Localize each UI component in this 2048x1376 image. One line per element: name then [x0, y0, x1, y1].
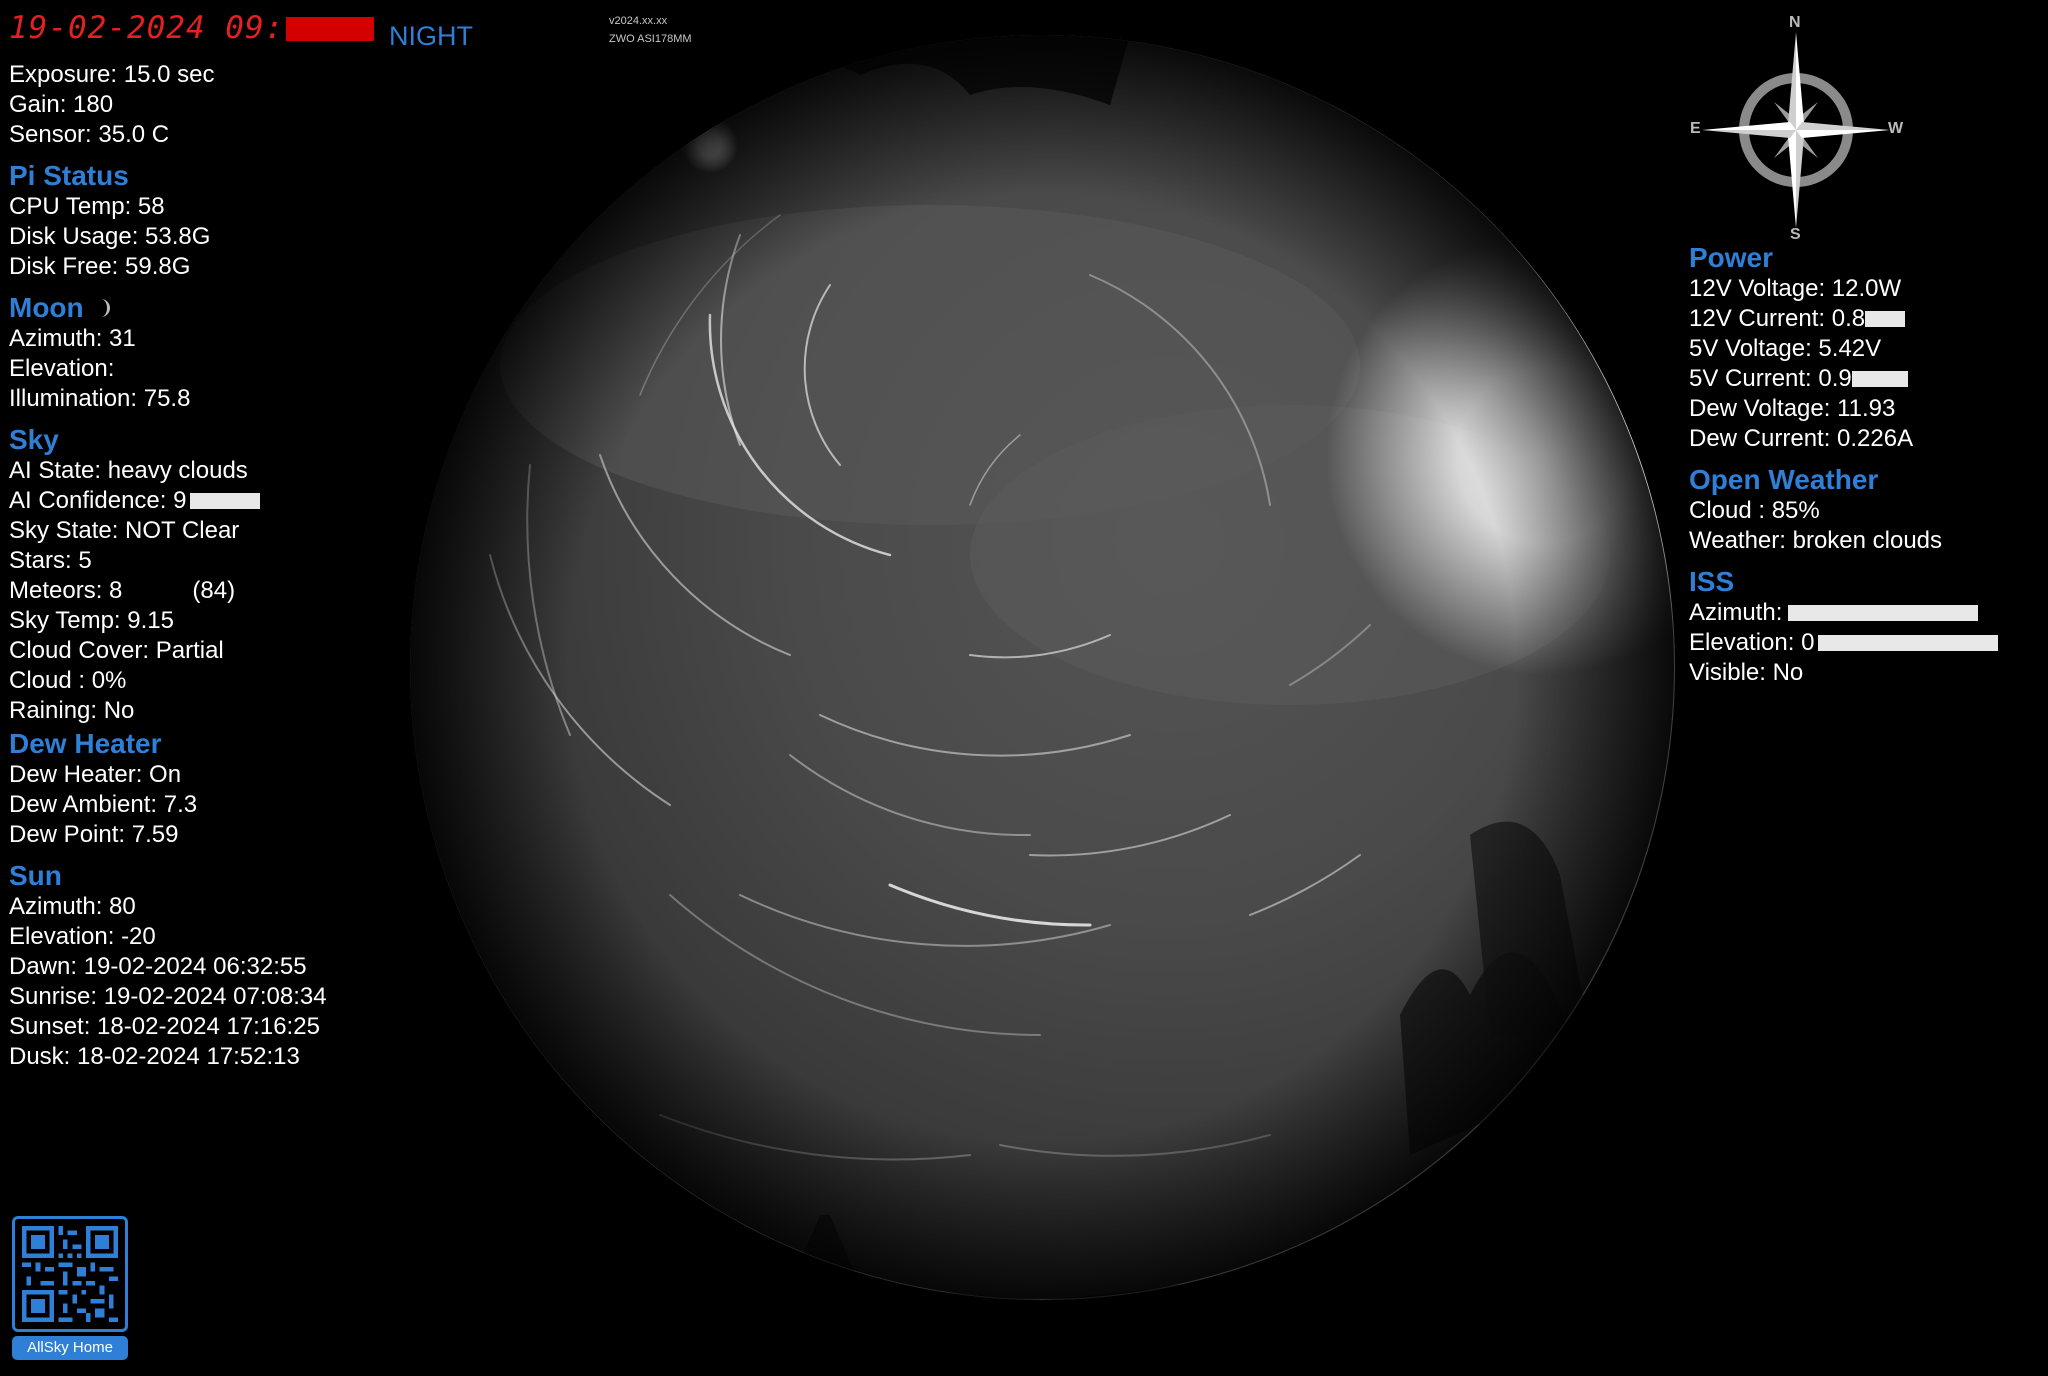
compass-rose-icon: N S E W — [1690, 12, 1904, 244]
dew-ambient-value: Dew Ambient: 7.3 — [9, 791, 198, 818]
dew-voltage-value: Dew Voltage: 11.93 — [1689, 395, 1896, 422]
allsky-image — [410, 35, 1675, 1300]
v12-voltage-value: 12V Voltage: 12.0W — [1689, 275, 1902, 302]
left-info-panel: Exposure: 15.0 sec Gain: 180 Sensor: 35.… — [9, 60, 327, 1072]
capture-datetime: 19-02-2024 09: — [9, 10, 375, 46]
dew-heater-heading: Dew Heater — [9, 728, 162, 759]
compass-graphic — [1702, 32, 1890, 228]
iss-elevation-text: Elevation: 0 — [1689, 629, 1815, 656]
sun-azimuth-value: Azimuth: 80 — [9, 893, 136, 920]
iss-heading: ISS — [1689, 566, 1735, 597]
sky-temp-value: Sky Temp: 9.15 — [9, 607, 174, 634]
sun-heading: Sun — [9, 860, 62, 891]
cloud-cover-value: Cloud Cover: Partial — [9, 637, 224, 664]
software-version: v2024.xx.xx — [609, 15, 668, 27]
allsky-overlay-screen: 19-02-2024 09: NIGHT v2024.xx.xx ZWO ASI… — [0, 0, 2048, 1376]
iss-elevation-redaction — [1818, 635, 1999, 651]
qr-caption-button[interactable]: AllSky Home — [12, 1336, 128, 1360]
cloud-value: Cloud : 0% — [9, 667, 127, 694]
dusk-value: Dusk: 18-02-2024 17:52:13 — [9, 1043, 300, 1070]
iss-azimuth-text: Azimuth: — [1689, 599, 1783, 626]
star-trails-layer — [410, 35, 1675, 1300]
qr-code-pattern — [22, 1226, 118, 1322]
ai-confidence-redaction — [190, 493, 261, 509]
ai-confidence-value: AI Confidence: 9 — [9, 486, 327, 516]
v12-current-redaction — [1865, 311, 1906, 327]
iss-azimuth-redaction — [1788, 605, 1979, 621]
meteors-text: Meteors: 8 — [9, 577, 123, 604]
moon-azimuth-value: Azimuth: 31 — [9, 325, 136, 352]
disk-usage-value: Disk Usage: 53.8G — [9, 223, 211, 250]
v5-voltage-value: 5V Voltage: 5.42V — [1689, 335, 1882, 362]
disk-free-value: Disk Free: 59.8G — [9, 253, 191, 280]
dew-heater-state: Dew Heater: On — [9, 761, 182, 788]
qr-code-icon[interactable] — [12, 1216, 128, 1332]
moon-illumination-value: Illumination: 75.8 — [9, 385, 191, 412]
v12-current-text: 12V Current: 0.8 — [1689, 305, 1866, 332]
gain-value: Gain: 180 — [9, 91, 114, 118]
qr-home-link[interactable]: AllSky Home — [12, 1216, 129, 1360]
camera-model: ZWO ASI178MM — [609, 33, 692, 45]
iss-elevation-value: Elevation: 0 — [1689, 628, 1999, 658]
sunset-value: Sunset: 18-02-2024 17:16:25 — [9, 1013, 320, 1040]
sky-state-value: Sky State: NOT Clear — [9, 517, 240, 544]
ai-state-value: AI State: heavy clouds — [9, 457, 248, 484]
cpu-temp-value: CPU Temp: 58 — [9, 193, 165, 220]
sky-heading: Sky — [9, 424, 59, 455]
moon-heading: Moon — [9, 292, 327, 324]
ai-confidence-text: AI Confidence: 9 — [9, 487, 187, 514]
pi-status-heading: Pi Status — [9, 160, 129, 191]
ow-weather-value: Weather: broken clouds — [1689, 527, 1943, 554]
v12-current-value: 12V Current: 0.8 — [1689, 304, 1998, 334]
stars-value: Stars: 5 — [9, 547, 92, 574]
capture-date-text: 19-02-2024 09: — [9, 10, 285, 46]
meteors-extra: (84) — [192, 577, 236, 604]
moon-elevation-value: Elevation: — [9, 355, 115, 382]
raining-value: Raining: No — [9, 697, 135, 724]
compass-east-label: E — [1690, 120, 1701, 137]
version-info: v2024.xx.xx ZWO ASI178MM — [609, 12, 692, 48]
dawn-value: Dawn: 19-02-2024 06:32:55 — [9, 953, 307, 980]
moon-phase-icon — [101, 299, 111, 317]
dew-current-value: Dew Current: 0.226A — [1689, 425, 1914, 452]
v5-current-text: 5V Current: 0.9 — [1689, 365, 1852, 392]
v5-current-redaction — [1851, 371, 1908, 387]
sensor-temp-value: Sensor: 35.0 C — [9, 121, 170, 148]
meteors-value: Meteors: 8 (84) — [9, 576, 327, 606]
power-heading: Power — [1689, 242, 1774, 273]
iss-azimuth-value: Azimuth: — [1689, 598, 1998, 628]
sunrise-value: Sunrise: 19-02-2024 07:08:34 — [9, 983, 327, 1010]
compass-west-label: W — [1888, 120, 1904, 137]
open-weather-heading: Open Weather — [1689, 464, 1879, 495]
compass-north-label: N — [1789, 14, 1801, 31]
time-redaction — [286, 17, 375, 41]
v5-current-value: 5V Current: 0.9 — [1689, 364, 1998, 394]
sun-elevation-value: Elevation: -20 — [9, 923, 156, 950]
dew-point-value: Dew Point: 7.59 — [9, 821, 179, 848]
exposure-value: Exposure: 15.0 sec — [9, 61, 215, 88]
moon-title: Moon — [9, 292, 84, 323]
right-info-panel: Power 12V Voltage: 12.0W 12V Current: 0.… — [1689, 242, 1999, 688]
ow-cloud-value: Cloud : 85% — [1689, 497, 1820, 524]
day-night-mode: NIGHT — [389, 21, 473, 51]
iss-visible-value: Visible: No — [1689, 659, 1804, 686]
